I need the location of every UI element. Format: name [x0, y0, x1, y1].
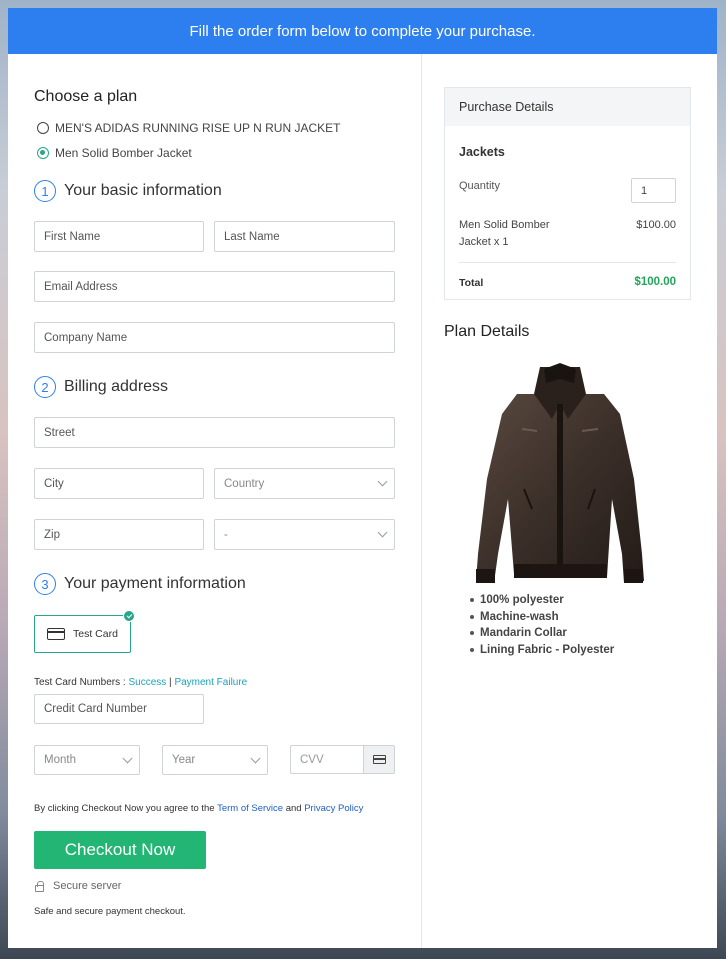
checkout-now-button[interactable]: Checkout Now: [34, 831, 206, 869]
credit-card-number-input[interactable]: Credit Card Number: [34, 694, 204, 724]
feature-item: Machine-wash: [470, 609, 614, 626]
email-input[interactable]: Email Address: [34, 271, 395, 302]
cvv-input[interactable]: CVV: [290, 745, 363, 774]
test-numbers-label: Test Card Numbers :: [34, 677, 129, 688]
month-select[interactable]: Month: [34, 745, 140, 775]
chevron-down-icon: [377, 527, 388, 538]
choose-plan-heading: Choose a plan: [34, 88, 138, 105]
credit-card-icon: [372, 755, 386, 764]
test-card-numbers: Test Card Numbers : Success | Payment Fa…: [34, 677, 247, 688]
total-label: Total: [459, 277, 484, 289]
quantity-input[interactable]: 1: [631, 178, 676, 203]
radio-unselected[interactable]: [37, 122, 49, 134]
street-input[interactable]: Street: [34, 417, 395, 448]
credit-card-icon: [47, 628, 65, 640]
company-input[interactable]: Company Name: [34, 322, 395, 353]
section-payment: 3 Your payment information: [34, 573, 246, 595]
secure-note: Safe and secure payment checkout.: [34, 906, 186, 917]
banner-text: Fill the order form below to complete yo…: [189, 22, 536, 40]
cvv-card-button[interactable]: [363, 745, 395, 774]
product-category: Jackets: [459, 145, 505, 159]
last-name-input[interactable]: Last Name: [214, 221, 395, 252]
lock-icon: [35, 880, 44, 892]
step-number: 3: [34, 573, 56, 595]
item-price: $100.00: [636, 219, 676, 231]
plan-option-bomber[interactable]: Men Solid Bomber Jacket: [37, 146, 192, 160]
order-summary: Purchase Details Jackets Quantity 1 Men …: [422, 54, 717, 948]
divider: [459, 262, 676, 263]
section-title: Your payment information: [64, 575, 246, 592]
section-basic-info: 1 Your basic information: [34, 180, 222, 202]
total-value: $100.00: [634, 276, 676, 288]
state-value: -: [224, 528, 228, 541]
feature-item: 100% polyester: [470, 592, 614, 609]
terms-text: By clicking Checkout Now you agree to th…: [34, 803, 363, 814]
purchase-details-header: Purchase Details: [445, 88, 690, 126]
plan-option-label: Men Solid Bomber Jacket: [55, 146, 192, 160]
first-name-input[interactable]: First Name: [34, 221, 204, 252]
item-name-line2: Jacket x 1: [459, 236, 509, 248]
payment-failure-link[interactable]: Payment Failure: [174, 677, 247, 688]
order-form-card: Choose a plan MEN'S ADIDAS RUNNING RISE …: [8, 54, 717, 948]
month-value: Month: [44, 754, 76, 766]
section-title: Billing address: [64, 378, 169, 395]
section-billing: 2 Billing address: [34, 376, 168, 398]
radio-selected[interactable]: [37, 147, 49, 159]
plan-option-adidas[interactable]: MEN'S ADIDAS RUNNING RISE UP N RUN JACKE…: [37, 121, 340, 135]
country-value: Country: [224, 477, 265, 490]
plan-details-title: Plan Details: [444, 323, 530, 340]
year-select[interactable]: Year: [162, 745, 268, 775]
purchase-details-box: Purchase Details Jackets Quantity 1 Men …: [444, 87, 691, 300]
chevron-down-icon: [122, 753, 133, 763]
feature-item: Lining Fabric - Polyester: [470, 642, 614, 659]
jacket-image: [476, 363, 644, 583]
secure-server-label: Secure server: [53, 880, 122, 892]
chevron-down-icon: [377, 476, 388, 487]
step-number: 1: [34, 180, 56, 202]
payment-method-test-card[interactable]: Test Card: [34, 610, 135, 653]
state-select[interactable]: -: [214, 519, 395, 550]
check-icon: [123, 610, 135, 622]
step-number: 2: [34, 376, 56, 398]
feature-item: Mandarin Collar: [470, 625, 614, 642]
country-select[interactable]: Country: [214, 468, 395, 499]
section-title: Your basic information: [64, 182, 222, 199]
chevron-down-icon: [250, 753, 261, 763]
terms-of-service-link[interactable]: Term of Service: [217, 803, 283, 814]
success-link[interactable]: Success: [128, 677, 166, 688]
feature-list: 100% polyester Machine-wash Mandarin Col…: [470, 592, 614, 658]
terms-prefix: By clicking Checkout Now you agree to th…: [34, 803, 218, 814]
city-input[interactable]: City: [34, 468, 204, 499]
year-value: Year: [172, 754, 196, 766]
secure-server: Secure server: [35, 880, 121, 892]
terms-and: and: [283, 803, 305, 814]
top-banner: Fill the order form below to complete yo…: [8, 8, 717, 54]
privacy-policy-link[interactable]: Privacy Policy: [304, 803, 363, 814]
payment-method-label: Test Card: [73, 628, 118, 640]
item-name-line1: Men Solid Bomber: [459, 219, 550, 231]
order-form: Choose a plan MEN'S ADIDAS RUNNING RISE …: [8, 54, 422, 948]
plan-option-label: MEN'S ADIDAS RUNNING RISE UP N RUN JACKE…: [55, 121, 341, 135]
cvv-group: CVV: [290, 745, 395, 774]
quantity-label: Quantity: [459, 180, 500, 192]
zip-input[interactable]: Zip: [34, 519, 204, 550]
